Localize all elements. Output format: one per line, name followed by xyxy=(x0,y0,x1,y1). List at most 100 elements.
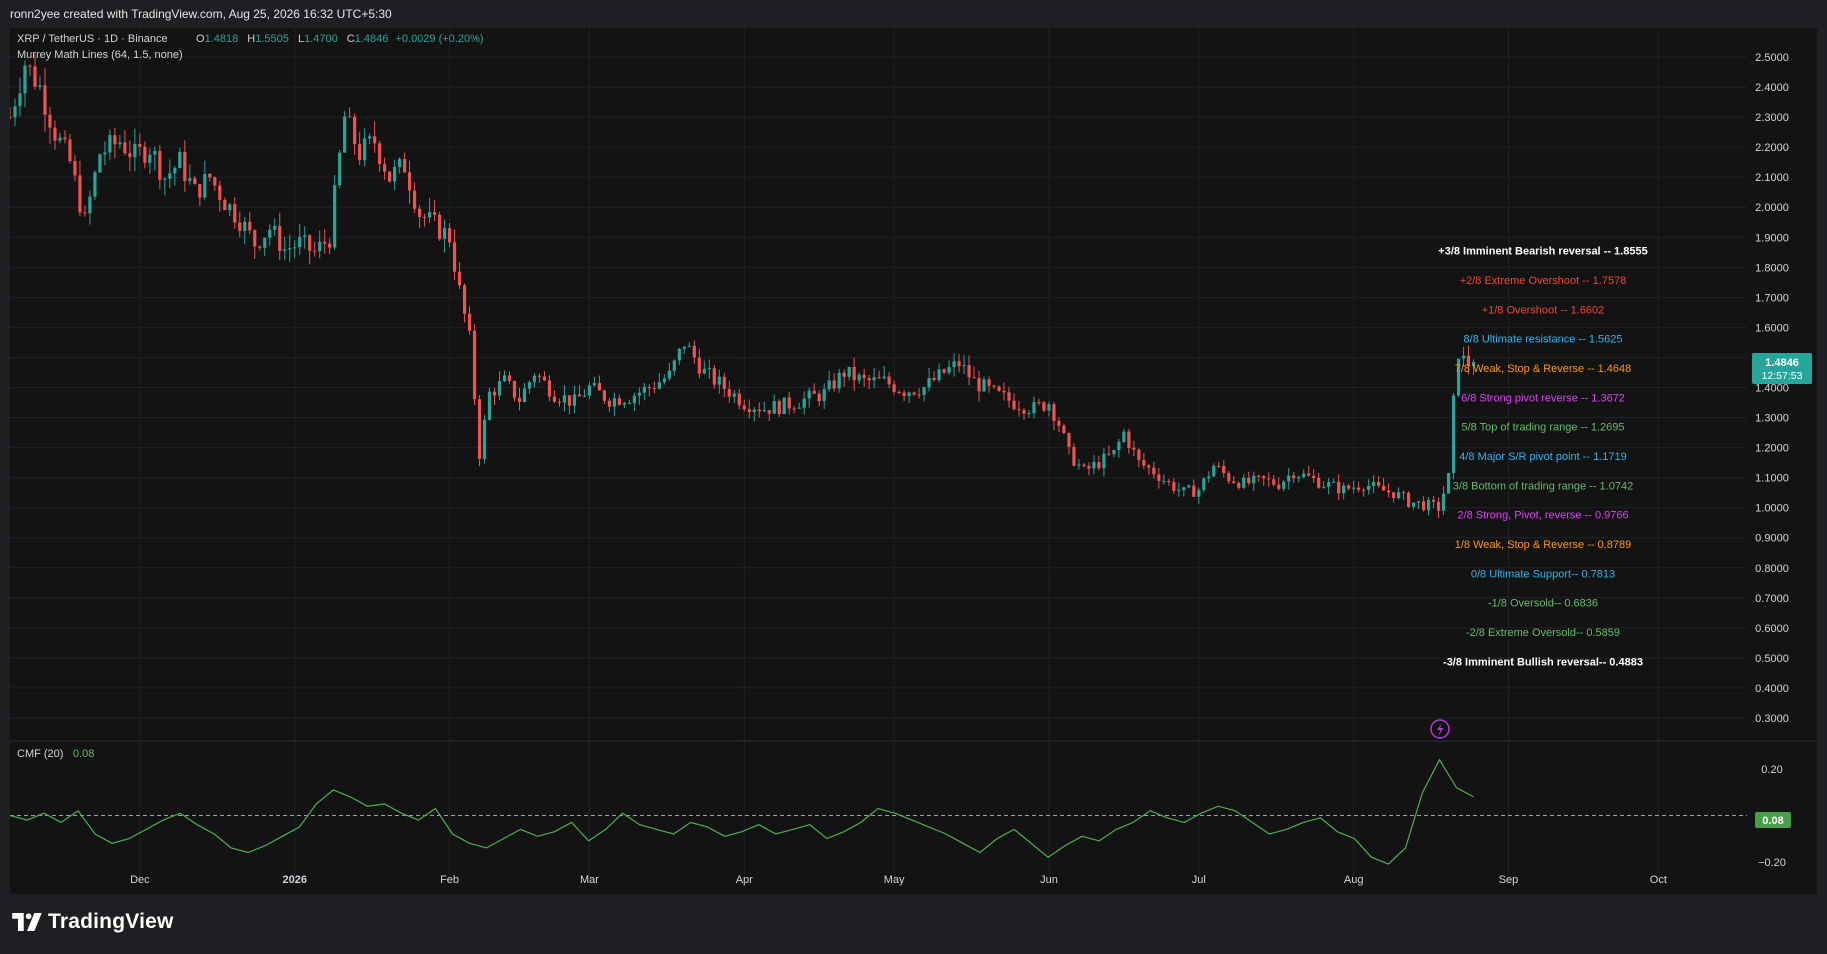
candle-body xyxy=(363,138,367,161)
candle-body xyxy=(732,393,736,397)
candle-body xyxy=(1157,474,1161,481)
candle-body xyxy=(787,397,791,409)
candle-body xyxy=(353,116,357,145)
candle-body xyxy=(1132,447,1136,450)
time-axis[interactable]: Dec 2026 Feb Mar Apr May Jun Jul Aug Sep Oct xyxy=(130,874,1667,886)
candle-body xyxy=(957,361,961,367)
candle-body xyxy=(1147,465,1151,468)
candle-body xyxy=(1426,499,1431,511)
candle-body xyxy=(218,185,222,200)
cmf-label[interactable]: CMF (20) xyxy=(17,748,63,760)
candle-body xyxy=(78,175,82,213)
candle-body xyxy=(722,376,726,389)
candle-body xyxy=(777,401,781,415)
candle-body xyxy=(992,385,996,387)
header-credit: ronn2yee created with TradingView.com, A… xyxy=(10,7,392,21)
candle-body xyxy=(288,248,292,250)
candle-body xyxy=(333,185,337,248)
candle-body xyxy=(577,394,582,397)
brand-logo[interactable]: TradingView xyxy=(12,910,174,934)
candle-body xyxy=(263,237,267,248)
candle-body xyxy=(1187,485,1191,488)
candle-body xyxy=(757,409,761,412)
candle-body xyxy=(607,400,611,407)
legend-h-label: H xyxy=(247,33,255,45)
candle-body xyxy=(497,381,502,396)
candle-body xyxy=(1312,475,1316,478)
candle-body xyxy=(527,382,532,389)
candle-body xyxy=(83,212,87,214)
legend-symbol[interactable]: XRP / TetherUS · 1D · Binance xyxy=(17,33,168,45)
lightning-icon[interactable] xyxy=(1430,719,1450,739)
candle-body xyxy=(1252,475,1256,484)
candle-body xyxy=(592,383,597,386)
candle-body xyxy=(1292,475,1296,479)
candle-body xyxy=(627,402,631,404)
time-tick-label: May xyxy=(884,874,905,886)
time-tick-label: Apr xyxy=(736,874,753,886)
candle-body xyxy=(63,137,67,140)
candle-body xyxy=(48,114,52,128)
candle-body xyxy=(702,368,706,374)
price-tick-label: 1.8000 xyxy=(1755,262,1789,274)
candle-body xyxy=(1117,441,1121,450)
candle-body xyxy=(622,403,626,405)
candle-body xyxy=(462,285,467,314)
candle-body xyxy=(827,380,831,390)
candle-body xyxy=(1052,404,1056,421)
candle-body xyxy=(907,392,911,397)
legend-indicator[interactable]: Murrey Math Lines (64, 1.5, none) xyxy=(17,49,183,61)
candle-body xyxy=(248,221,252,231)
price-chart-svg[interactable]: +3/8 Imminent Bearish reversal -- 1.8555… xyxy=(10,28,1817,894)
candle-body xyxy=(612,398,616,407)
candle-body xyxy=(1357,487,1361,490)
candle-body xyxy=(1272,479,1276,485)
candle-body xyxy=(1387,490,1391,493)
candle-body xyxy=(1267,478,1271,480)
candle-body xyxy=(1192,485,1196,497)
candle-body xyxy=(1047,404,1051,411)
candle-body xyxy=(782,397,786,415)
candle-body xyxy=(1287,475,1291,482)
price-tick-label: 0.8000 xyxy=(1755,563,1789,575)
price-tick-label: 2.3000 xyxy=(1755,112,1789,124)
candle-body xyxy=(1322,486,1326,488)
murrey-level-label: 1/8 Weak, Stop & Reverse -- 0.8789 xyxy=(1455,539,1632,551)
candle-body xyxy=(1167,480,1171,483)
murrey-level-label: -1/8 Oversold-- 0.6836 xyxy=(1488,598,1598,610)
murrey-level-label: 0/8 Ultimate Support-- 0.7813 xyxy=(1471,568,1615,580)
candle-body xyxy=(792,408,796,410)
candle-body xyxy=(477,399,482,459)
candle-body xyxy=(657,382,661,389)
candle-body xyxy=(1352,487,1356,489)
candle-body xyxy=(1317,477,1321,488)
candle-body xyxy=(1257,475,1261,477)
cmf-line xyxy=(10,758,1474,865)
candle-body xyxy=(677,348,681,361)
candle-body xyxy=(832,380,836,389)
candle-body xyxy=(647,386,651,389)
candle-body xyxy=(343,116,347,153)
candle-body xyxy=(747,409,751,413)
candle-body xyxy=(183,151,187,181)
candle-body xyxy=(1012,400,1016,410)
candle-body xyxy=(158,151,162,180)
candle-body xyxy=(717,376,721,385)
candle-body xyxy=(552,396,557,402)
price-tick-label: 1.0000 xyxy=(1755,503,1789,515)
candle-body xyxy=(852,366,856,381)
candle-body xyxy=(58,137,62,141)
candle-body xyxy=(203,173,207,198)
chart-area[interactable]: +3/8 Imminent Bearish reversal -- 1.8555… xyxy=(10,28,1817,894)
candle-body xyxy=(997,386,1001,391)
candle-body xyxy=(23,65,27,94)
candle-body xyxy=(298,236,302,248)
candle-body xyxy=(38,85,42,87)
cmf-last-value: 0.08 xyxy=(1762,815,1783,827)
candle-body xyxy=(273,225,277,230)
candle-body xyxy=(1282,481,1286,489)
candle-body xyxy=(1327,482,1331,487)
price-axis[interactable]: 2.5000 2.4000 2.3000 2.2000 2.1000 2.0000 1.90… xyxy=(1755,52,1789,725)
candle-body xyxy=(697,357,701,374)
candle-body xyxy=(1197,490,1201,497)
